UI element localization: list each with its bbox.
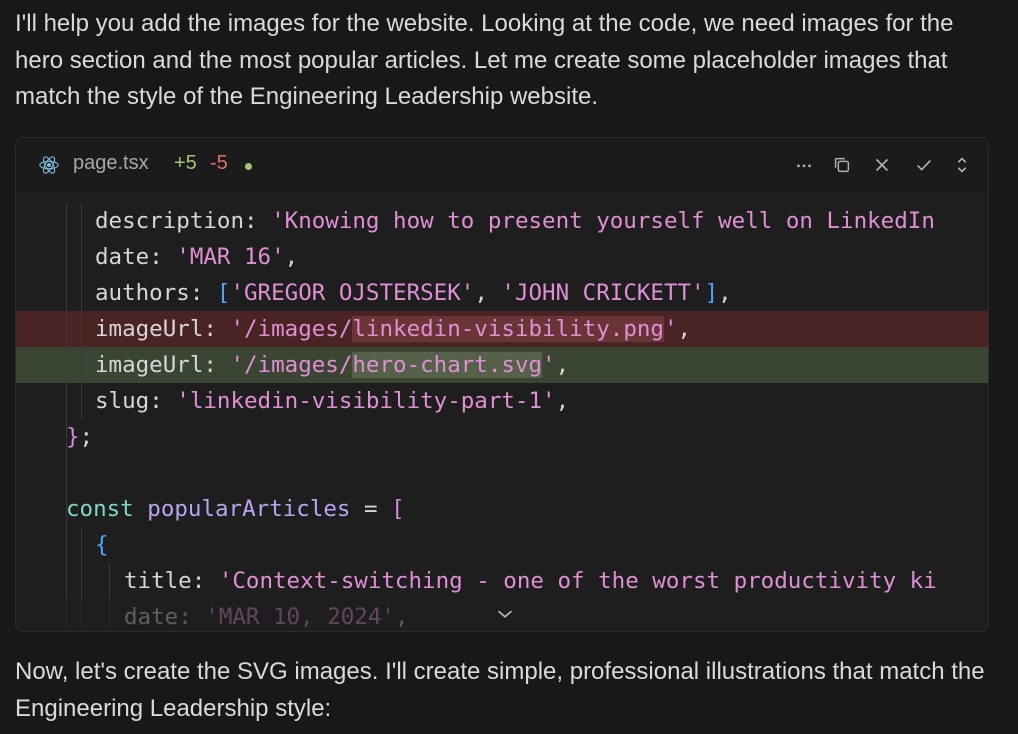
code-line	[16, 455, 988, 491]
expand-collapse-icon	[957, 157, 967, 173]
code-line: {	[16, 527, 988, 563]
expand-collapse-button[interactable]	[949, 152, 975, 178]
copy-icon	[834, 157, 850, 173]
reject-button[interactable]	[869, 152, 895, 178]
editor-header: page.tsx +5 -5	[16, 138, 988, 192]
code-line: const popularArticles = [	[16, 491, 988, 527]
react-icon	[39, 156, 59, 174]
code-line-added: imageUrl: '/images/hero-chart.svg',	[16, 347, 988, 383]
accept-icon	[916, 159, 932, 171]
code-line: authors: ['GREGOR OJSTERSEK', 'JOHN CRIC…	[16, 275, 988, 311]
code-line-removed: imageUrl: '/images/linkedin-visibility.p…	[16, 311, 988, 347]
code-view[interactable]: description: 'Knowing how to present you…	[16, 192, 988, 631]
file-name[interactable]: page.tsx	[73, 152, 149, 175]
accept-button[interactable]	[911, 152, 937, 178]
code-line: date: 'MAR 16',	[16, 239, 988, 275]
reject-icon	[875, 158, 889, 172]
lines-removed-count: -5	[210, 152, 228, 174]
code-diff-editor: page.tsx +5 -5 description: 'Knowing how…	[15, 137, 989, 632]
code-line: };	[16, 419, 988, 455]
assistant-message-followup: Now, let's create the SVG images. I'll c…	[15, 658, 985, 722]
unsaved-dot	[245, 163, 252, 170]
code-line: title: 'Context-switching - one of the w…	[16, 563, 988, 599]
code-line: slug: 'linkedin-visibility-part-1',	[16, 383, 988, 419]
chevron-down-icon[interactable]	[494, 603, 516, 625]
copy-button[interactable]	[829, 152, 855, 178]
more-icon	[797, 164, 811, 168]
more-button[interactable]	[791, 152, 817, 178]
assistant-message-intro: I'll help you add the images for the web…	[15, 10, 954, 110]
code-line: description: 'Knowing how to present you…	[16, 203, 988, 239]
lines-added-count: +5	[174, 152, 197, 174]
